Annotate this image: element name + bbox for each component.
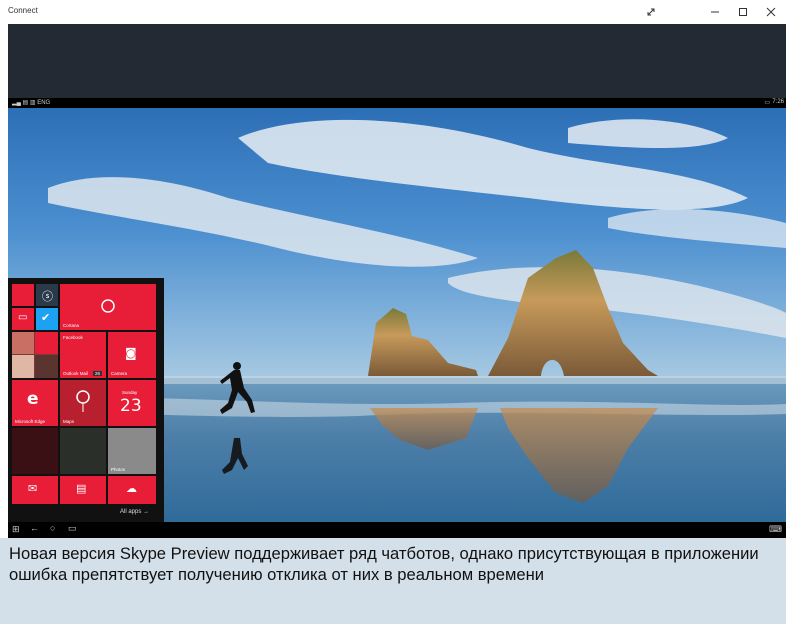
twitter-icon: ✔ bbox=[41, 311, 51, 324]
camera-icon: ◙ bbox=[125, 346, 137, 360]
start-menu: ⓢ ▭ ✔ Cortana Facebook Outlook Mail 26 ◙ bbox=[8, 278, 164, 522]
tile-twitter[interactable]: ✔ bbox=[36, 308, 58, 330]
arrow-right-icon: → bbox=[143, 509, 150, 515]
mail-icon: ✉ bbox=[28, 482, 38, 495]
tile-maps[interactable]: Maps bbox=[60, 380, 106, 426]
tile-movies[interactable]: ▤ bbox=[60, 476, 106, 504]
message-icon: ▭ bbox=[18, 312, 28, 323]
article-caption: Новая версия Skype Preview поддерживает … bbox=[0, 538, 786, 624]
clapper-icon: ▤ bbox=[76, 482, 87, 495]
edge-icon: e bbox=[27, 389, 39, 409]
tile-small-1[interactable] bbox=[12, 284, 34, 306]
tile-cortana-label: Cortana bbox=[63, 323, 80, 328]
calendar-day: Sunday bbox=[122, 390, 138, 395]
tile-facebook-label: Facebook bbox=[63, 335, 83, 340]
skype-icon: ⓢ bbox=[42, 290, 53, 303]
tile-edge-label: Microsoft Edge bbox=[15, 419, 46, 424]
phone-screen[interactable]: ⓢ ▭ ✔ Cortana Facebook Outlook Mail 26 ◙ bbox=[8, 108, 786, 522]
home-icon[interactable]: ○ bbox=[50, 523, 55, 533]
window-title: Connect bbox=[8, 6, 38, 15]
back-icon[interactable]: ← bbox=[30, 523, 39, 533]
tile-photos[interactable]: Photos bbox=[108, 428, 156, 474]
windows-icon[interactable]: ⊞ bbox=[12, 524, 20, 535]
phone-nav-bar: ⊞ ← ○ ▭ ⌨ bbox=[8, 522, 786, 538]
tile-edge[interactable]: e Microsoft Edge bbox=[12, 380, 58, 426]
all-apps-link[interactable]: All apps → bbox=[120, 509, 149, 515]
status-indicators: ▂▄ ▤ ▥ ENG bbox=[12, 100, 51, 106]
task-view-icon[interactable]: ▭ bbox=[68, 523, 77, 534]
tile-photos-label: Photos bbox=[111, 467, 126, 472]
tile-onenote[interactable]: ☁ bbox=[108, 476, 156, 504]
status-time: 7:26 bbox=[772, 99, 784, 105]
cortana-icon bbox=[101, 299, 115, 313]
maximize-button[interactable] bbox=[730, 0, 756, 24]
battery-icon: ▭ bbox=[764, 100, 770, 106]
keyboard-icon[interactable]: ⌨ bbox=[769, 524, 782, 535]
tile-cortana[interactable]: Cortana bbox=[60, 284, 156, 330]
tile-messaging[interactable]: ▭ bbox=[12, 308, 34, 330]
phone-status-bar: ▂▄ ▤ ▥ ENG ▭ 7:26 bbox=[8, 98, 786, 108]
tile-camera[interactable]: ◙ Camera bbox=[108, 332, 156, 378]
tile-mail[interactable]: ✉ bbox=[12, 476, 58, 504]
tile-outlook[interactable]: Facebook Outlook Mail 26 bbox=[60, 332, 106, 378]
outlook-badge: 26 bbox=[92, 371, 102, 376]
close-button[interactable] bbox=[758, 0, 784, 24]
all-apps-label: All apps bbox=[120, 509, 142, 515]
maps-icon bbox=[76, 390, 90, 412]
tile-outlook-label: Outlook Mail bbox=[63, 371, 89, 376]
tile-skype[interactable]: ⓢ bbox=[36, 284, 58, 306]
tile-store[interactable] bbox=[60, 428, 106, 474]
people-photos-icon bbox=[12, 332, 58, 378]
tile-people[interactable] bbox=[12, 332, 58, 378]
connect-app-area: ▂▄ ▤ ▥ ENG ▭ 7:26 ⓢ ▭ ✔ Cortana Facebook… bbox=[8, 24, 786, 538]
caption-text: Новая версия Skype Preview поддерживает … bbox=[9, 544, 759, 584]
expand-icon[interactable] bbox=[638, 0, 664, 24]
window-titlebar: Connect bbox=[0, 0, 786, 24]
tile-calendar[interactable]: Sunday 23 bbox=[108, 380, 156, 426]
tile-maps-label: Maps bbox=[63, 419, 75, 424]
cloud-icon: ☁ bbox=[126, 482, 137, 495]
tile-news[interactable] bbox=[12, 428, 58, 474]
calendar-date: 23 bbox=[120, 396, 142, 416]
tile-camera-label: Camera bbox=[111, 371, 128, 376]
minimize-button[interactable] bbox=[702, 0, 728, 24]
